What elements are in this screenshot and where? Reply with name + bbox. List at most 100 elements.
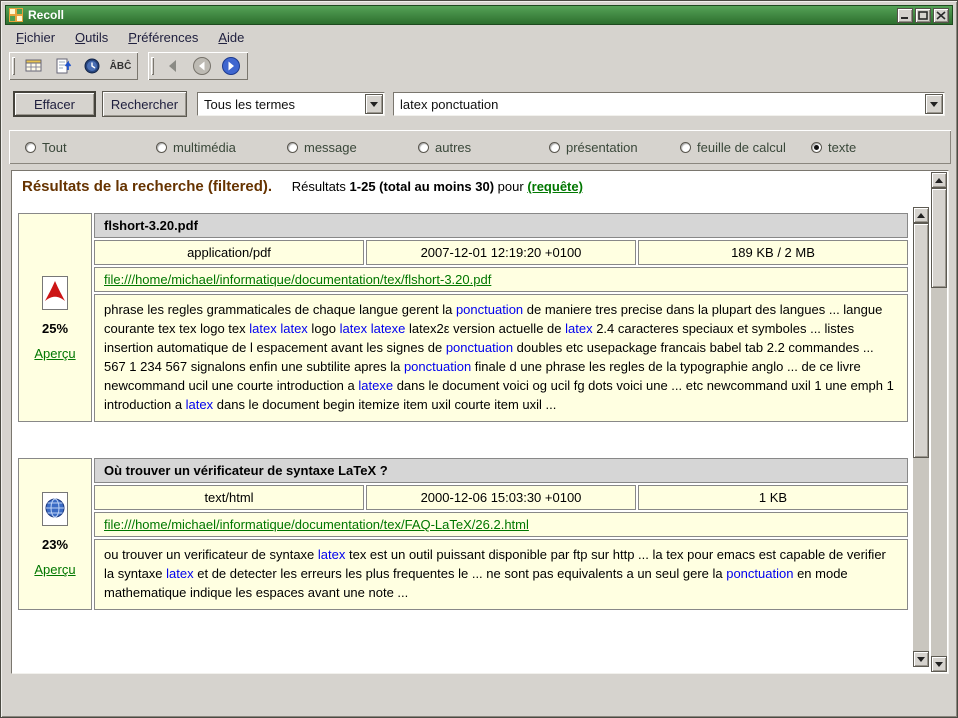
filter-radio-option[interactable]: feuille de calcul <box>680 140 811 155</box>
toolbar-group-main: ÂBĈ <box>9 52 138 80</box>
result-date: 2007-12-01 12:19:20 +0100 <box>366 240 636 265</box>
category-filter-bar: Tout multimédia message autres présentat… <box>9 130 951 164</box>
preview-link[interactable]: Aperçu <box>34 562 75 577</box>
filter-radio-option[interactable]: autres <box>418 140 549 155</box>
scrollbar-thumb[interactable] <box>913 223 929 458</box>
html-icon <box>39 491 71 527</box>
update-index-button[interactable] <box>49 55 76 78</box>
close-icon <box>936 11 946 20</box>
results-pane: Résultats de la recherche (filtered). Ré… <box>11 170 949 674</box>
scrollbar-thumb[interactable] <box>931 188 947 288</box>
results-header: Résultats de la recherche (filtered). Ré… <box>12 171 948 197</box>
result-url-link[interactable]: file:///home/michael/informatique/docume… <box>104 272 491 287</box>
filter-label: multimédia <box>173 140 236 155</box>
clear-search-icon <box>24 57 44 75</box>
search-mode-select[interactable]: Tous les termes <box>197 92 385 116</box>
search-query-input[interactable] <box>394 97 925 112</box>
filter-radio-option[interactable]: message <box>287 140 418 155</box>
radio-icon <box>549 142 560 153</box>
result-title: flshort-3.20.pdf <box>94 213 908 238</box>
radio-icon <box>811 142 822 153</box>
results-pane-scrollbar[interactable] <box>931 172 947 672</box>
query-link[interactable]: (requête) <box>527 179 583 194</box>
result-url-row: file:///home/michael/informatique/docume… <box>94 512 908 537</box>
titlebar[interactable]: Recoll <box>5 5 953 25</box>
results-pour-label: pour <box>498 179 524 194</box>
spellcheck-button[interactable]: ÂBĈ <box>107 55 134 78</box>
menu-item-outils[interactable]: Outils <box>66 28 117 48</box>
maximize-button[interactable] <box>915 8 931 23</box>
next-page-icon <box>221 56 241 76</box>
maximize-icon <box>918 11 928 20</box>
results-title: Résultats de la recherche (filtered). <box>22 178 272 195</box>
next-page-button[interactable] <box>217 55 244 78</box>
update-index-icon <box>53 57 73 75</box>
filter-radio-option[interactable]: présentation <box>549 140 680 155</box>
result-url-row: file:///home/michael/informatique/docume… <box>94 267 908 292</box>
radio-icon <box>25 142 36 153</box>
result-meta-row: application/pdf 2007-12-01 12:19:20 +010… <box>94 240 908 265</box>
preview-link[interactable]: Aperçu <box>34 346 75 361</box>
filter-radio-option[interactable]: texte <box>811 140 942 155</box>
chevron-down-icon <box>370 102 378 107</box>
results-count-label: Résultats <box>292 179 346 194</box>
toolbar-group-nav <box>148 52 248 80</box>
result-item: 25% Aperçu flshort-3.20.pdf application/… <box>18 213 908 422</box>
result-title: Où trouver un vérificateur de syntaxe La… <box>94 458 908 483</box>
scroll-down-button[interactable] <box>931 656 947 672</box>
relevance-percent: 23% <box>42 537 68 552</box>
first-page-icon <box>163 57 183 75</box>
term-explorer-button[interactable] <box>78 55 105 78</box>
toolbar: ÂBĈ <box>9 52 248 80</box>
minimize-button[interactable] <box>897 8 913 23</box>
menu-item-preferences[interactable]: Préférences <box>119 28 207 48</box>
first-page-button[interactable] <box>159 55 186 78</box>
menu-item-aide[interactable]: Aide <box>209 28 253 48</box>
filter-label: texte <box>828 140 856 155</box>
search-mode-dropdown-button[interactable] <box>365 94 383 114</box>
result-date: 2000-12-06 15:03:30 +0100 <box>366 485 636 510</box>
clear-search-button[interactable] <box>20 55 47 78</box>
filter-label: autres <box>435 140 471 155</box>
radio-icon <box>287 142 298 153</box>
filter-label: Tout <box>42 140 67 155</box>
scroll-up-button[interactable] <box>913 207 929 223</box>
menubar: Fichier Outils Préférences Aide <box>7 28 253 48</box>
recoll-app-icon <box>9 8 23 22</box>
clear-button[interactable]: Effacer <box>13 91 96 117</box>
toolbar-grip[interactable] <box>151 57 154 75</box>
query-history-dropdown-button[interactable] <box>925 94 943 114</box>
result-mime-type: text/html <box>94 485 364 510</box>
radio-icon <box>156 142 167 153</box>
result-mime-type: application/pdf <box>94 240 364 265</box>
term-explorer-icon <box>82 57 102 75</box>
scroll-up-button[interactable] <box>931 172 947 188</box>
scrollbar-track[interactable] <box>931 188 947 656</box>
scrollbar-track[interactable] <box>913 223 929 651</box>
result-snippet: phrase les regles grammaticales de chaqu… <box>94 294 908 422</box>
results-summary: Résultats 1-25 (total au moins 30) pour … <box>292 179 583 194</box>
arrow-down-icon <box>935 662 943 667</box>
filter-label: présentation <box>566 140 638 155</box>
results-list-scrollbar[interactable] <box>913 207 929 667</box>
previous-page-button[interactable] <box>188 55 215 78</box>
filter-radio-option[interactable]: Tout <box>25 140 156 155</box>
arrow-up-icon <box>935 178 943 183</box>
result-detail: flshort-3.20.pdf application/pdf 2007-12… <box>94 213 908 422</box>
results-range: 1-25 (total au moins 30) <box>350 179 494 194</box>
scroll-down-button[interactable] <box>913 651 929 667</box>
result-url-link[interactable]: file:///home/michael/informatique/docume… <box>104 517 529 532</box>
result-size: 189 KB / 2 MB <box>638 240 908 265</box>
previous-page-icon <box>192 56 212 76</box>
toolbar-grip[interactable] <box>12 57 15 75</box>
filter-radio-option[interactable]: multimédia <box>156 140 287 155</box>
minimize-icon <box>900 11 910 20</box>
arrow-down-icon <box>917 657 925 662</box>
search-button[interactable]: Rechercher <box>102 91 187 117</box>
window-title: Recoll <box>28 8 892 22</box>
result-item: 23% Aperçu Où trouver un vérificateur de… <box>18 458 908 610</box>
search-query-combo[interactable] <box>393 92 945 116</box>
close-button[interactable] <box>933 8 949 23</box>
pdf-icon <box>39 275 71 311</box>
menu-item-fichier[interactable]: Fichier <box>7 28 64 48</box>
